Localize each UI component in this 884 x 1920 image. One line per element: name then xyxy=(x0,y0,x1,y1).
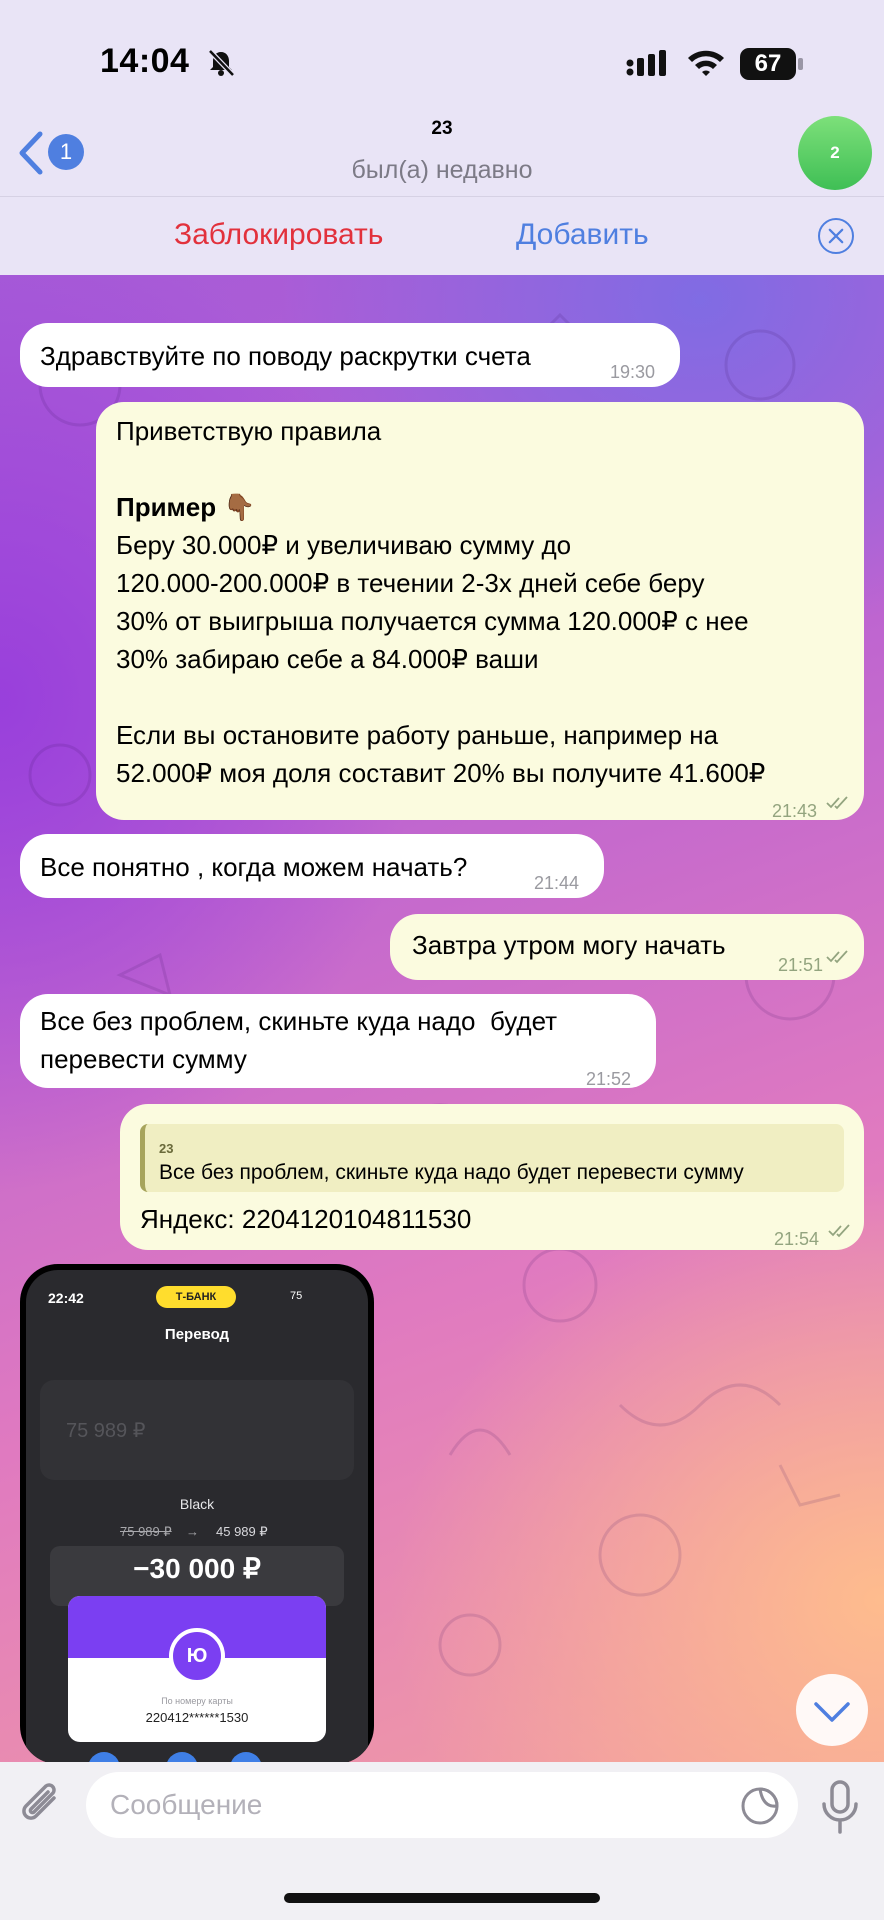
sticker-icon[interactable] xyxy=(740,1786,780,1826)
message-text: Все без проблем, скиньте куда надо будет… xyxy=(40,1006,558,1074)
read-checkmarks-icon xyxy=(826,796,848,810)
message-time: 19:30 xyxy=(610,362,656,382)
chat-title[interactable]: 23 xyxy=(0,118,884,140)
message-time: 21:51 xyxy=(778,955,824,975)
card-name: Black xyxy=(179,1496,215,1512)
block-button[interactable]: Заблокировать xyxy=(174,218,383,252)
header-divider xyxy=(0,196,884,197)
message-text-example-heading: Пример 👇🏾 xyxy=(116,488,256,526)
add-contact-button[interactable]: Добавить xyxy=(516,218,649,252)
scroll-down-icon[interactable] xyxy=(796,1674,868,1746)
wifi-icon xyxy=(688,50,724,76)
read-checkmarks-icon xyxy=(828,1224,850,1238)
last-seen-status: был(а) недавно xyxy=(351,156,533,184)
transfer-amount: −30 000 ₽ xyxy=(133,1553,261,1584)
message-bubble-incoming[interactable]: Все без проблем, скиньте куда надо будет… xyxy=(20,994,656,1089)
blurred-amount: 75 989 ₽ xyxy=(66,1420,146,1442)
message-text: Здравствуйте по поводу раскрутки счета xyxy=(40,341,531,371)
reply-text: Все без проблем, скиньте куда надо будет… xyxy=(159,1161,744,1184)
message-text: Завтра утром могу начать xyxy=(412,930,726,960)
example-label: Пример xyxy=(116,492,217,522)
home-indicator xyxy=(284,1893,600,1903)
status-time: 14:04 xyxy=(100,42,190,80)
message-time: 21:52 xyxy=(586,1069,632,1089)
microphone-icon[interactable] xyxy=(820,1780,860,1834)
transfer-title: Перевод xyxy=(164,1326,230,1343)
message-bubble-incoming[interactable]: Все понятно , когда можем начать? 21:44 xyxy=(20,834,604,898)
photo-battery: 75 xyxy=(290,1290,303,1302)
battery-indicator: 67 xyxy=(740,48,796,80)
bell-slash-icon xyxy=(208,49,235,77)
cellular-signal-icon xyxy=(626,50,666,76)
message-bubble-outgoing[interactable]: 23 Все без проблем, скиньте куда надо бу… xyxy=(120,1104,864,1250)
battery-cap xyxy=(798,58,803,70)
reply-quote[interactable]: 23 Все без проблем, скиньте куда надо бу… xyxy=(140,1124,844,1192)
message-bubble-incoming[interactable]: Здравствуйте по поводу раскрутки счета 1… xyxy=(20,323,680,387)
read-checkmarks-icon xyxy=(826,950,848,964)
card-number: 220412******1530 xyxy=(145,1710,249,1725)
bank-brand-badge: Т-БАНК xyxy=(156,1286,236,1308)
balance-arrow: → xyxy=(186,1524,199,1539)
card-label: По номеру карты xyxy=(161,1696,233,1706)
photo-status-time: 22:42 xyxy=(48,1290,84,1306)
message-time: 21:54 xyxy=(774,1229,820,1249)
photo-message[interactable]: 22:42 Т-БАНК 75 Перевод 75 989 ₽ Black 7… xyxy=(20,1264,374,1764)
yoomoney-logo-icon: Ю xyxy=(169,1628,225,1684)
new-balance: 45 989 ₽ xyxy=(216,1524,268,1539)
avatar[interactable]: 2 xyxy=(798,116,872,190)
paperclip-icon[interactable] xyxy=(20,1782,66,1832)
message-text: Яндекс: 2204120104811530 xyxy=(140,1204,472,1234)
message-bubble-outgoing[interactable]: Приветствую правила Пример 👇🏾 Беру 30.00… xyxy=(96,402,864,821)
message-time: 21:44 xyxy=(534,873,580,893)
message-text-body: Беру 30.000₽ и увеличиваю сумму до 120.0… xyxy=(116,530,766,788)
close-icon[interactable] xyxy=(818,218,854,254)
bank-screenshot: 22:42 Т-БАНК 75 Перевод 75 989 ₽ Black 7… xyxy=(26,1270,368,1764)
message-text: Все понятно , когда можем начать? xyxy=(40,852,468,882)
message-text-line1: Приветствую правила xyxy=(116,416,382,446)
pointing-down-emoji: 👇🏾 xyxy=(223,492,256,522)
message-time: 21:43 xyxy=(772,801,818,821)
old-balance: 75 989 ₽ xyxy=(120,1524,172,1539)
message-input[interactable] xyxy=(86,1772,798,1838)
recipient-card: Ю По номеру карты 220412******1530 xyxy=(68,1596,326,1742)
message-bubble-outgoing[interactable]: Завтра утром могу начать 21:51 xyxy=(390,914,864,980)
